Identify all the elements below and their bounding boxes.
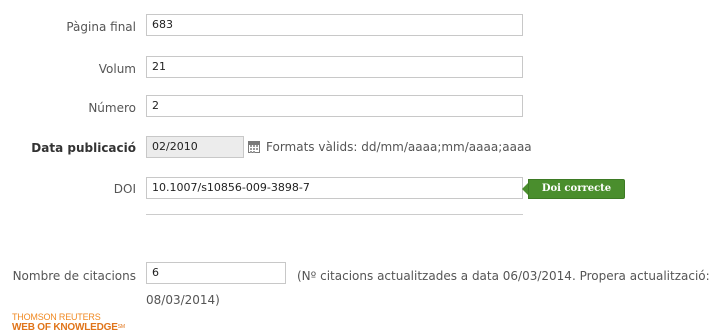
numero-label: Número — [88, 101, 136, 115]
calendar-icon[interactable] — [248, 141, 260, 153]
pagina-final-input[interactable]: 683 — [146, 14, 523, 36]
numero-input[interactable]: 2 — [146, 95, 523, 117]
doi-input[interactable]: 10.1007/s10856-009-3898-7 — [146, 177, 523, 199]
pagina-final-label: Pàgina final — [66, 20, 136, 34]
section-divider — [146, 214, 523, 215]
web-of-knowledge-logo[interactable]: WEB OF KNOWLEDGESM — [12, 322, 125, 333]
citacions-input[interactable]: 6 — [146, 262, 286, 284]
citacions-label: Nombre de citacions — [12, 269, 136, 283]
doi-status-badge: Doi correcte — [522, 179, 625, 199]
citacions-note-line2: 08/03/2014) — [146, 293, 220, 307]
data-publicacio-input[interactable]: 02/2010 — [146, 136, 244, 158]
volum-label: Volum — [98, 62, 136, 76]
volum-input[interactable]: 21 — [146, 56, 523, 78]
date-format-help: Formats vàlids: dd/mm/aaaa;mm/aaaa;aaaa — [266, 140, 532, 154]
data-publicacio-label: Data publicació — [31, 141, 136, 155]
thomson-reuters-logo[interactable]: THOMSON REUTERS — [12, 312, 101, 322]
doi-label: DOI — [113, 182, 136, 196]
citacions-note-line1: (Nº citacions actualitzades a data 06/03… — [297, 269, 710, 283]
